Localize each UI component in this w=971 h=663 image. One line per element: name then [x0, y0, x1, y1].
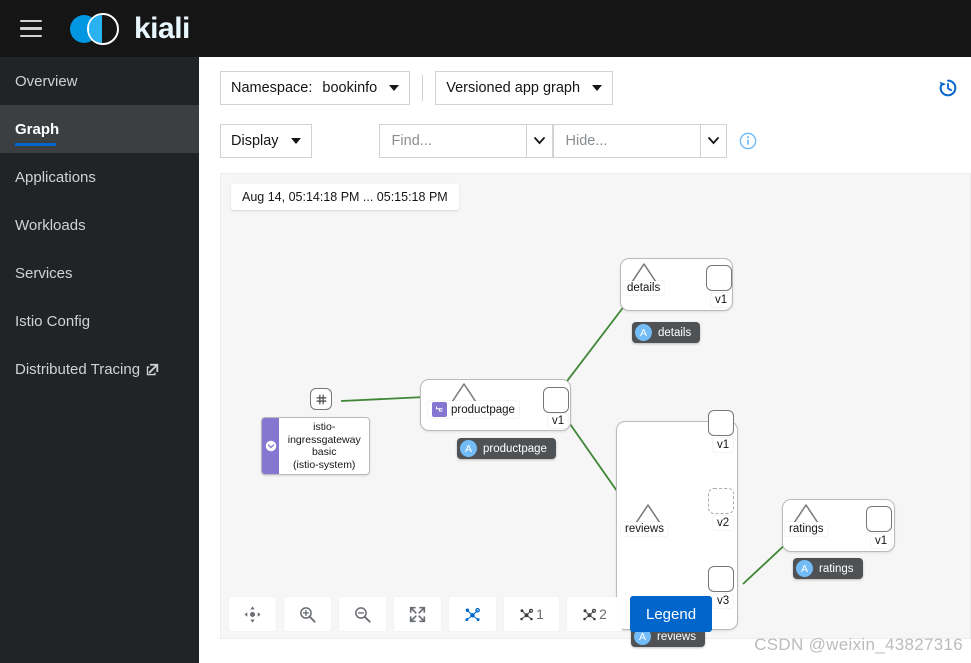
sidebar-item-label: Istio Config: [15, 312, 91, 330]
sidebar-item-label: Graph: [15, 120, 60, 138]
brand-logo[interactable]: kiali: [70, 12, 190, 46]
zoom-out-button[interactable]: [339, 597, 386, 631]
app-badge-letter: A: [635, 324, 652, 341]
kiali-app: kiali Overview Graph Applications Worklo…: [0, 0, 971, 663]
zoom-in-button[interactable]: [284, 597, 331, 631]
drag-pan-button[interactable]: [229, 597, 276, 631]
sidebar-item-workloads[interactable]: Workloads: [0, 201, 199, 249]
namespace-label: Namespace:: [231, 80, 313, 96]
app-badge-label: details: [658, 326, 692, 339]
sidebar: Overview Graph Applications Workloads Se…: [0, 57, 199, 663]
legend-button[interactable]: Legend: [630, 596, 713, 632]
gateway-badge-icon: [262, 418, 280, 475]
layout-1-button[interactable]: 1: [504, 597, 559, 631]
graph-canvas[interactable]: Aug 14, 05:14:18 PM ... 05:15:18 PM isti…: [220, 173, 971, 647]
brand-name: kiali: [134, 11, 190, 45]
node-ratings-version-v1-label: v1: [871, 534, 892, 548]
masthead: kiali: [0, 0, 971, 57]
layout-default-button[interactable]: [449, 597, 496, 631]
graph-type-selector[interactable]: Versioned app graph: [435, 71, 614, 105]
graph-toolbar-row-secondary: Display: [220, 124, 757, 158]
node-productpage-version-v1-label: v1: [548, 414, 569, 428]
sidebar-item-services[interactable]: Services: [0, 249, 199, 297]
node-productpage-version-v1[interactable]: [543, 387, 569, 413]
sidebar-item-label: Overview: [15, 72, 78, 90]
app-badge-label: ratings: [819, 562, 854, 575]
node-details-version-v1-label: v1: [711, 293, 732, 307]
find-dropdown-button[interactable]: [525, 124, 553, 158]
watermark: CSDN @weixin_43827316: [754, 635, 963, 654]
graph-toolbar-row-primary: Namespace: bookinfo Versioned app graph: [220, 71, 614, 105]
app-badge-letter: A: [796, 560, 813, 577]
node-reviews-version-v2[interactable]: [708, 488, 734, 514]
app-badge-label: productpage: [483, 442, 547, 455]
sidebar-item-label: Services: [15, 264, 73, 282]
node-reviews-version-v3[interactable]: [708, 566, 734, 592]
node-reviews-version-v1[interactable]: [708, 410, 734, 436]
external-link-icon: [146, 363, 159, 376]
find-input[interactable]: [389, 132, 516, 150]
app-badge-label: reviews: [657, 630, 696, 643]
fit-to-screen-button[interactable]: [394, 597, 441, 631]
chevron-down-icon: [592, 85, 603, 91]
hamburger-icon[interactable]: [8, 0, 54, 57]
hide-dropdown-button[interactable]: [699, 124, 727, 158]
chevron-down-icon: [389, 85, 400, 91]
hide-input-wrapper: [552, 124, 700, 158]
info-circle-icon[interactable]: [739, 132, 757, 150]
sidebar-item-overview[interactable]: Overview: [0, 57, 199, 105]
node-reviews-version-v1-label: v1: [713, 438, 734, 452]
hide-input[interactable]: [563, 132, 690, 150]
chevron-down-icon: [290, 138, 301, 144]
gateway-icon: [316, 394, 326, 404]
node-ratings-app-badge: A ratings: [793, 558, 863, 579]
node-productpage-app-badge: A productpage: [457, 438, 556, 459]
node-istio-ingressgateway-label: istio-ingressgateway basic (istio-system…: [287, 421, 361, 471]
layout-1-label: 1: [536, 606, 544, 622]
node-details-app-badge: A details: [632, 322, 701, 343]
node-reviews-version-v2-label: v2: [713, 516, 734, 530]
node-reviews-service-label: reviews: [621, 522, 668, 536]
sidebar-item-label: Applications: [15, 168, 96, 186]
node-istio-ingressgateway[interactable]: istio-ingressgateway basic (istio-system…: [261, 417, 370, 476]
toolbar-divider: [422, 75, 424, 101]
app-badge-letter: A: [460, 440, 477, 457]
node-reviews-version-v3-label: v3: [713, 594, 734, 608]
node-istio-ingressgateway-workload[interactable]: [310, 388, 332, 410]
graph-controls-toolbar: 1 2 Legend: [229, 596, 713, 632]
sidebar-item-applications[interactable]: Applications: [0, 153, 199, 201]
node-details-service-label: details: [623, 281, 665, 295]
namespace-selector[interactable]: Namespace: bookinfo: [220, 71, 411, 105]
display-label: Display: [231, 133, 279, 149]
kiali-logo-icon: [70, 12, 126, 46]
main-content: Namespace: bookinfo Versioned app graph …: [199, 57, 971, 663]
sidebar-item-label: Workloads: [15, 216, 86, 234]
sidebar-item-graph[interactable]: Graph: [0, 105, 199, 153]
graph-type-value: Versioned app graph: [446, 80, 581, 96]
find-input-wrapper: [378, 124, 526, 158]
virtual-service-icon: [432, 402, 447, 417]
sidebar-item-istio-config[interactable]: Istio Config: [0, 297, 199, 345]
sidebar-item-distributed-tracing[interactable]: Distributed Tracing: [0, 345, 199, 393]
layout-2-button[interactable]: 2: [567, 597, 622, 631]
layout-2-label: 2: [599, 606, 607, 622]
replay-history-icon[interactable]: [931, 71, 965, 105]
node-details-version-v1[interactable]: [706, 265, 732, 291]
display-menu-button[interactable]: Display: [220, 124, 312, 158]
node-ratings-version-v1[interactable]: [866, 506, 892, 532]
sidebar-item-label: Distributed Tracing: [15, 360, 141, 378]
namespace-value: bookinfo: [322, 80, 378, 96]
node-ratings-service-label: ratings: [785, 522, 828, 536]
node-productpage-service-label: productpage: [428, 401, 519, 418]
